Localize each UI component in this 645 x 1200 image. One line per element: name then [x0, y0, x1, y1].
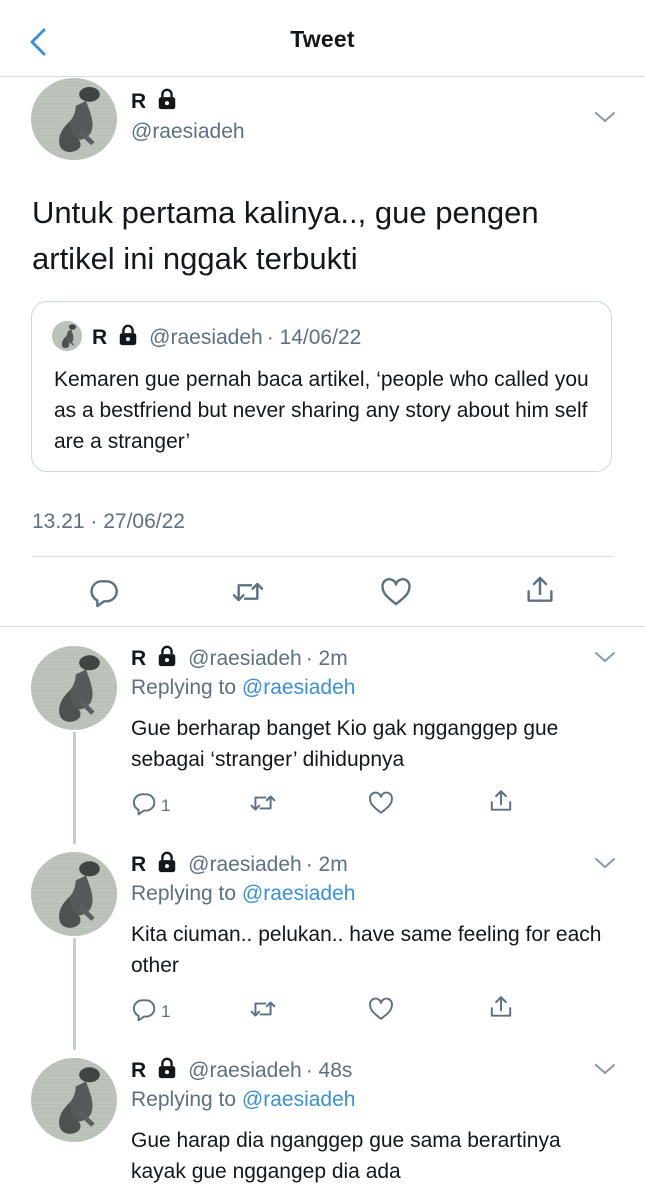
- quote-text: Kemaren gue pernah baca artikel, ‘people…: [54, 368, 589, 453]
- reply-time: · 2m: [305, 647, 348, 670]
- nav-divider: [0, 76, 645, 77]
- divider: [32, 556, 613, 557]
- lock-icon: [156, 1057, 178, 1085]
- author-name[interactable]: R: [131, 90, 146, 114]
- reply-button[interactable]: 1: [131, 790, 170, 821]
- reply-text: Gue harap dia nganggep gue sama berartin…: [131, 1129, 561, 1183]
- replying-to-label: Replying to: [131, 1088, 237, 1111]
- reply-count: 1: [161, 1001, 171, 1021]
- replying-to: Replying to @raesiadeh: [131, 676, 355, 700]
- chevron-down-icon[interactable]: [594, 856, 616, 870]
- reply-icon[interactable]: [131, 996, 157, 1027]
- reply-icon[interactable]: [131, 790, 157, 821]
- author-handle[interactable]: @raesiadeh: [188, 853, 302, 877]
- author-handle[interactable]: @raesiadeh: [188, 1059, 302, 1083]
- retweet-icon[interactable]: [250, 996, 276, 1027]
- retweet-icon[interactable]: [250, 790, 276, 821]
- quote-avatar: [52, 321, 82, 351]
- author-name[interactable]: R: [131, 647, 146, 671]
- reply-text: Kita ciuman.. pelukan.. have same feelin…: [131, 923, 602, 977]
- author-name[interactable]: R: [131, 1059, 146, 1083]
- lock-icon: [156, 851, 178, 879]
- reply-tweet[interactable]: R @raesiadeh · 2m Replying to @raesiadeh…: [0, 640, 645, 840]
- author-handle[interactable]: @raesiadeh: [188, 647, 302, 671]
- page-title: Tweet: [290, 26, 355, 52]
- avatar[interactable]: [31, 78, 117, 160]
- like-icon[interactable]: [368, 790, 394, 821]
- replying-to-label: Replying to: [131, 882, 237, 905]
- chevron-down-icon[interactable]: [594, 110, 616, 124]
- replying-to-link[interactable]: @raesiadeh: [242, 882, 356, 905]
- quote-author-row: R @raesiadeh · 14/06/22: [92, 324, 361, 352]
- tweet-text: Untuk pertama kalinya.., gue pengen arti…: [32, 195, 539, 276]
- reply-icon[interactable]: [88, 576, 120, 613]
- lock-icon: [117, 324, 139, 352]
- quote-date: · 14/06/22: [266, 326, 362, 349]
- quoted-tweet[interactable]: R @raesiadeh · 14/06/22 Kemaren gue pern…: [31, 301, 612, 472]
- share-icon[interactable]: [524, 574, 556, 611]
- reply-tweet[interactable]: R @raesiadeh · 2m Replying to @raesiadeh…: [0, 846, 645, 1046]
- quote-author-name: R: [92, 326, 108, 349]
- reply-count: 1: [161, 795, 171, 815]
- avatar[interactable]: [31, 646, 117, 730]
- author-handle[interactable]: @raesiadeh: [131, 120, 245, 144]
- tweet-timestamp: 13.21 · 27/06/22: [32, 510, 185, 533]
- reply-text: Gue berharap banget Kio gak ngganggep gu…: [131, 717, 559, 771]
- lock-icon: [156, 88, 178, 116]
- share-icon[interactable]: [488, 788, 514, 819]
- replying-to-label: Replying to: [131, 676, 237, 699]
- replying-to: Replying to @raesiadeh: [131, 882, 355, 906]
- reply-button[interactable]: 1: [131, 996, 170, 1027]
- share-icon[interactable]: [488, 994, 514, 1025]
- lock-icon: [156, 645, 178, 673]
- chevron-down-icon[interactable]: [594, 650, 616, 664]
- retweet-icon[interactable]: [232, 576, 264, 613]
- reply-time: · 2m: [305, 853, 348, 876]
- author-row: R @raesiadeh · 2m: [131, 851, 348, 879]
- author-row: R @raesiadeh · 48s: [131, 1057, 352, 1085]
- replying-to: Replying to @raesiadeh: [131, 1088, 355, 1112]
- like-icon[interactable]: [368, 996, 394, 1027]
- replying-to-link[interactable]: @raesiadeh: [242, 676, 356, 699]
- avatar[interactable]: [31, 1058, 117, 1142]
- chevron-down-icon[interactable]: [594, 1062, 616, 1076]
- quote-author-handle: @raesiadeh: [149, 326, 263, 349]
- replying-to-link[interactable]: @raesiadeh: [242, 1088, 356, 1111]
- reply-time: · 48s: [305, 1059, 353, 1082]
- like-icon[interactable]: [380, 576, 412, 613]
- author-name[interactable]: R: [131, 853, 146, 877]
- avatar[interactable]: [31, 852, 117, 936]
- reply-tweet[interactable]: R @raesiadeh · 48s Replying to @raesiade…: [0, 1052, 645, 1200]
- divider: [0, 626, 645, 627]
- author-name-row: R: [131, 88, 188, 116]
- author-row: R @raesiadeh · 2m: [131, 645, 348, 673]
